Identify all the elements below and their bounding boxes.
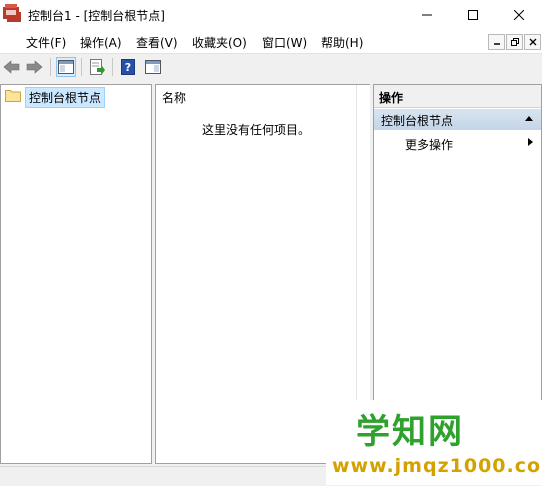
forward-button[interactable]: [24, 57, 44, 77]
tree-node-console-root[interactable]: 控制台根节点: [25, 87, 106, 108]
child-minimize-button[interactable]: [488, 34, 505, 50]
menu-favorites[interactable]: 收藏夹(O): [192, 34, 247, 51]
toolbar-separator: [50, 58, 51, 76]
menu-window[interactable]: 窗口(W): [262, 34, 307, 51]
export-list-button[interactable]: [87, 57, 107, 77]
svg-text:?: ?: [125, 61, 131, 74]
child-close-button[interactable]: [524, 34, 541, 50]
column-header[interactable]: [156, 85, 357, 107]
action-pane-title: 操作: [379, 91, 404, 105]
action-section-label[interactable]: 控制台根节点: [381, 112, 453, 129]
menu-file[interactable]: 文件(F): [26, 34, 66, 51]
window-title: 控制台1 - [控制台根节点]: [28, 9, 165, 23]
minimize-icon: [422, 14, 432, 16]
export-list-icon: [90, 59, 105, 75]
folder-icon: [5, 88, 21, 102]
watermark-url: www.jmqz1000.com: [332, 455, 542, 477]
forward-arrow-icon: [26, 60, 43, 74]
child-restore-button[interactable]: [506, 34, 523, 50]
restore-icon: [510, 38, 519, 46]
menu-help[interactable]: 帮助(H): [321, 34, 363, 51]
toolbar-separator: [81, 58, 82, 76]
close-icon: [514, 10, 524, 20]
submenu-arrow-icon[interactable]: [528, 138, 533, 146]
close-icon: [529, 38, 536, 46]
maximize-button[interactable]: [450, 0, 496, 30]
maximize-icon: [468, 10, 478, 20]
watermark-logo-text: 学知网: [356, 412, 464, 452]
action-pane-icon: [145, 60, 161, 74]
column-header-name[interactable]: 名称: [162, 89, 186, 106]
console-tree-pane[interactable]: [0, 84, 152, 464]
collapse-up-icon[interactable]: [525, 116, 533, 121]
empty-list-message: 这里没有任何项目。: [201, 123, 310, 137]
help-button[interactable]: ?: [118, 57, 138, 77]
menu-action[interactable]: 操作(A): [80, 34, 122, 51]
show-hide-console-tree-button[interactable]: [56, 57, 76, 77]
menu-view[interactable]: 查看(V): [136, 34, 178, 51]
back-button[interactable]: [2, 57, 22, 77]
back-arrow-icon: [3, 60, 20, 74]
console-tree-icon: [58, 60, 74, 74]
more-actions-item[interactable]: 更多操作: [405, 136, 453, 153]
minimize-icon: [493, 43, 500, 45]
console-document-icon[interactable]: [2, 3, 20, 20]
show-hide-action-pane-button[interactable]: [143, 57, 163, 77]
toolbar-separator: [112, 58, 113, 76]
minimize-button[interactable]: [404, 0, 450, 30]
help-icon: ?: [121, 59, 135, 75]
close-button[interactable]: [496, 0, 542, 30]
